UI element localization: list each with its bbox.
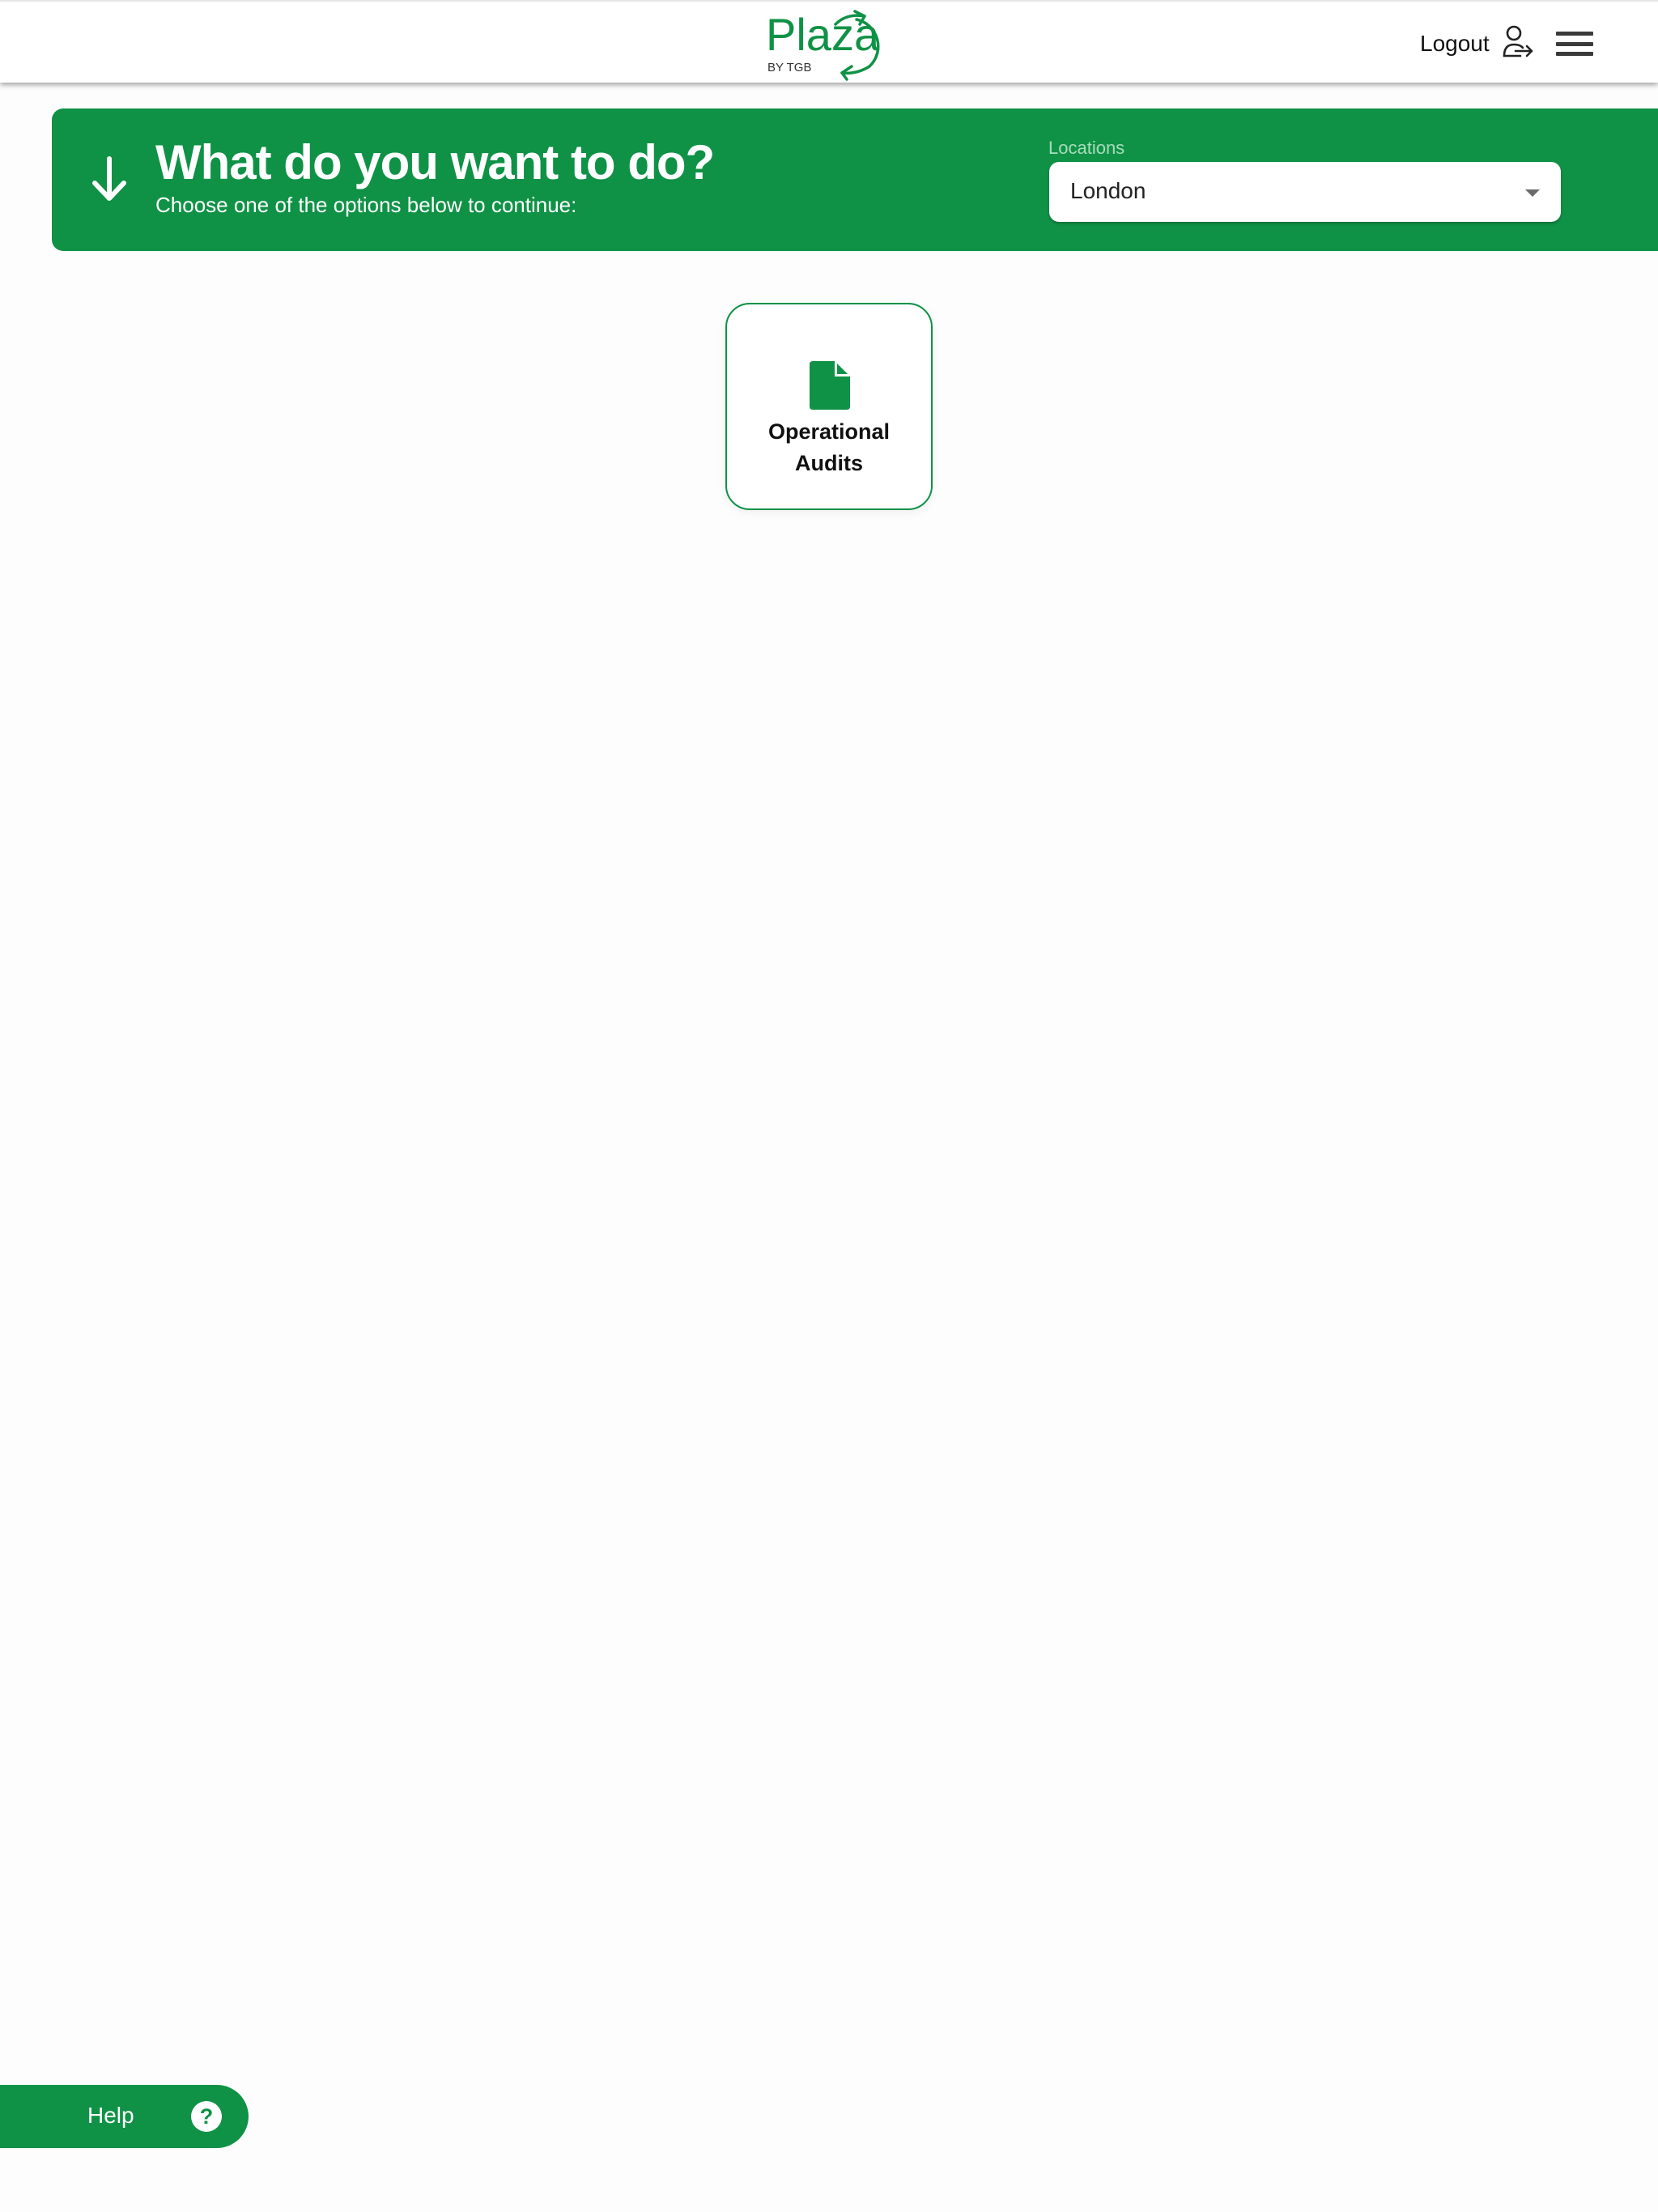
page-title: What do you want to do? [155,135,715,189]
locations-select[interactable]: London [1049,162,1561,222]
top-header: Plaza BY TGB Logout [0,0,1658,83]
plaza-logo[interactable]: Plaza BY TGB [766,6,892,81]
option-label-line2: Audits [795,451,863,475]
option-label-line1: Operational [767,419,891,444]
locations-label: Locations [1048,138,1125,158]
locations-selected-value: London [1070,178,1146,203]
caret-down-icon [1525,189,1540,197]
logo-tagline: BY TGB [767,61,811,74]
page-subtitle: Choose one of the options below to conti… [155,193,577,217]
help-label: Help [87,2103,134,2128]
logout-icon [1503,25,1533,57]
help-button[interactable]: Help ? [0,2085,249,2148]
question-circle-icon: ? [191,2101,222,2132]
hamburger-menu-icon[interactable] [1556,29,1593,58]
logout-label: Logout [1420,31,1490,56]
document-icon [810,361,850,410]
action-banner: What do you want to do? Choose one of th… [52,108,1658,251]
option-tile-operational-audits[interactable]: Operational Audits [725,303,933,510]
option-tile-label: Operational Audits [727,416,931,479]
arrow-down-icon [92,156,126,201]
logout-button[interactable]: Logout [1420,23,1535,65]
